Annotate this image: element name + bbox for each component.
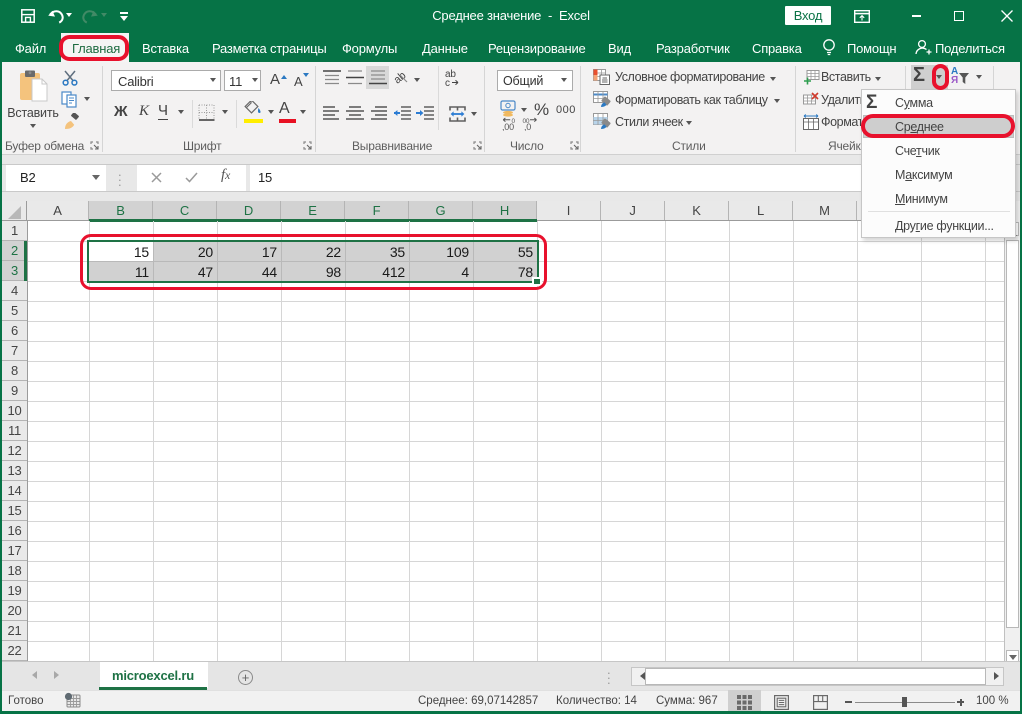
svg-text:c: c xyxy=(445,78,450,87)
svg-text:,00: ,00 xyxy=(502,122,514,131)
svg-text:ab: ab xyxy=(394,70,408,85)
svg-text:,0: ,0 xyxy=(524,122,531,131)
